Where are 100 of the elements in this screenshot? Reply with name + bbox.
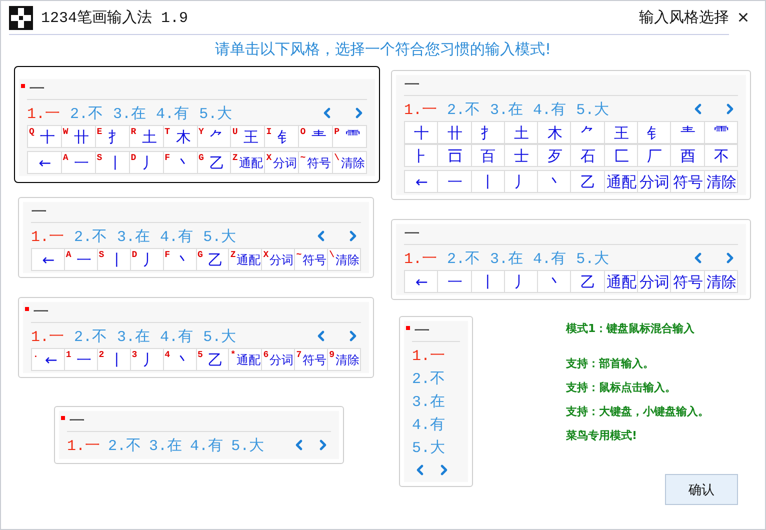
shortcut-hint: Q: [29, 127, 34, 137]
candidate-item[interactable]: 1.一: [31, 226, 64, 246]
composition-text: 一: [69, 411, 85, 432]
key-button[interactable]: \清除: [328, 249, 361, 271]
key-button[interactable]: A 一: [64, 249, 98, 271]
key-button[interactable]: ~符号: [299, 152, 334, 174]
candidate-item[interactable]: 1.一: [412, 346, 460, 365]
key-button[interactable]: E 扌: [96, 126, 130, 148]
key-button[interactable]: U 王: [231, 126, 266, 148]
key-button[interactable]: Y ⺈: [198, 126, 232, 148]
key-button[interactable]: 3 丿: [130, 349, 164, 371]
key-button[interactable]: 清除: [704, 171, 738, 193]
key-button[interactable]: R 土: [130, 126, 164, 148]
key-button[interactable]: 歹: [538, 145, 572, 167]
style-panel[interactable]: 一 1.一 2.不 3.在 4.有 5.大: [54, 406, 344, 464]
key-button[interactable]: 钅: [638, 122, 672, 144]
key-button[interactable]: 石: [571, 145, 605, 167]
shortcut-hint: F: [164, 250, 170, 260]
key-button[interactable]: ←: [405, 171, 438, 193]
key-button[interactable]: . ←: [32, 349, 65, 371]
key-button[interactable]: ~符号: [295, 249, 328, 271]
close-button[interactable]: ×: [733, 7, 753, 30]
key-button[interactable]: 乙: [571, 171, 605, 193]
key-button[interactable]: 丶: [538, 171, 572, 193]
candidate-item[interactable]: 1.一: [404, 248, 438, 268]
key-button[interactable]: G 乙: [198, 152, 232, 174]
key-button[interactable]: S 丨: [96, 152, 130, 174]
info-text: 支持：部首输入。: [566, 356, 655, 371]
key-button[interactable]: 1 一: [64, 349, 98, 371]
key-button[interactable]: 龶: [671, 122, 705, 144]
key-button[interactable]: 清除: [704, 271, 738, 293]
key-button[interactable]: 王: [604, 122, 638, 144]
shortcut-hint: O: [300, 127, 306, 137]
key-button[interactable]: 木: [538, 122, 572, 144]
candidate-item[interactable]: 1.一: [27, 104, 60, 122]
key-button[interactable]: 5 乙: [196, 349, 230, 371]
key-button[interactable]: 符号: [671, 171, 705, 193]
key-button[interactable]: 一: [438, 271, 472, 293]
key-button[interactable]: 酉: [671, 145, 705, 167]
key-button[interactable]: ←: [405, 271, 438, 293]
key-button[interactable]: ←: [28, 152, 62, 174]
candidate-item[interactable]: 1.一: [404, 100, 438, 118]
key-button[interactable]: D 丿: [130, 152, 164, 174]
key-button[interactable]: 丨: [472, 171, 505, 193]
key-button[interactable]: 乙: [571, 271, 605, 293]
key-button[interactable]: 十: [405, 122, 438, 144]
key-button[interactable]: D 丿: [130, 249, 164, 271]
key-button[interactable]: 百: [472, 145, 505, 167]
key-button[interactable]: 丨: [472, 271, 505, 293]
shortcut-hint: 1: [66, 350, 72, 360]
key-button[interactable]: 丶: [538, 271, 572, 293]
key-button[interactable]: S 丨: [98, 249, 131, 271]
key-button[interactable]: 厂: [638, 145, 672, 167]
key-button[interactable]: ←: [32, 249, 65, 271]
key-button[interactable]: 符号: [671, 271, 705, 293]
key-button[interactable]: O 龶: [299, 126, 334, 148]
key-button[interactable]: ⻗: [704, 122, 738, 144]
key-button[interactable]: F 丶: [164, 249, 196, 271]
key-button[interactable]: 4 丶: [164, 349, 196, 371]
key-button[interactable]: 卄: [438, 122, 472, 144]
style-panel[interactable]: 一 1.一 2.不 3.在 4.有 5.大: [399, 316, 473, 487]
dialog-subtitle: 输入风格选择: [639, 8, 729, 27]
key-button[interactable]: Q 十: [28, 126, 62, 148]
key-button[interactable]: *通配: [229, 349, 262, 371]
key-button[interactable]: 土: [504, 122, 538, 144]
info-text: 支持：大键盘，小键盘输入。: [566, 404, 710, 419]
key-button[interactable]: 2 丨: [98, 349, 131, 371]
key-button[interactable]: T 木: [164, 126, 198, 148]
key-button[interactable]: F 丶: [164, 152, 198, 174]
shortcut-hint: 6: [263, 350, 269, 360]
key-button[interactable]: A 一: [62, 152, 96, 174]
key-button[interactable]: 不: [704, 145, 738, 167]
key-button[interactable]: W 卄: [62, 126, 96, 148]
key-button[interactable]: G 乙: [196, 249, 230, 271]
key-button[interactable]: ⺊: [405, 145, 438, 167]
key-button[interactable]: 一: [438, 171, 472, 193]
shortcut-hint: 4: [164, 350, 170, 360]
shortcut-hint: 9: [329, 350, 334, 360]
key-button[interactable]: P ⻗: [333, 126, 367, 148]
key-button[interactable]: 通配: [604, 171, 638, 193]
key-button[interactable]: \清除: [333, 152, 367, 174]
confirm-button[interactable]: 确认: [665, 474, 738, 505]
key-button[interactable]: 通配: [604, 271, 638, 293]
key-button[interactable]: 分词: [638, 271, 672, 293]
key-button[interactable]: ⺈: [571, 122, 605, 144]
style-panel[interactable]: 一 1.一 2.不 3.在 4.有 5.大 十 卄 扌 土 木 ⺈ 王 钅 龶 ⻗ ⺊ 𠮛 百 士 歹 石 匚 厂 酉 不 ← 一 丨 丿 丶 乙 通配 分词 符号 清除: [391, 70, 751, 200]
key-button[interactable]: I 钅: [265, 126, 300, 148]
key-button[interactable]: 丿: [504, 171, 538, 193]
key-button[interactable]: 士: [504, 145, 538, 167]
info-text: 支持：鼠标点击输入。: [566, 380, 677, 395]
shortcut-hint: E: [96, 127, 102, 137]
key-button[interactable]: 分词: [638, 171, 672, 193]
key-button[interactable]: 丿: [504, 271, 538, 293]
key-button[interactable]: 匚: [604, 145, 638, 167]
key-button[interactable]: 𠮛: [438, 145, 472, 167]
shortcut-hint: Y: [198, 127, 204, 137]
key-button[interactable]: 扌: [472, 122, 505, 144]
candidate-item[interactable]: 1.一: [31, 326, 64, 346]
candidate-item[interactable]: 1.一: [67, 436, 100, 454]
style-panel[interactable]: 一 1.一 2.不 3.在 4.有 5.大 ← 一 丨 丿 丶 乙 通配 分词 符号 清除: [391, 219, 751, 300]
